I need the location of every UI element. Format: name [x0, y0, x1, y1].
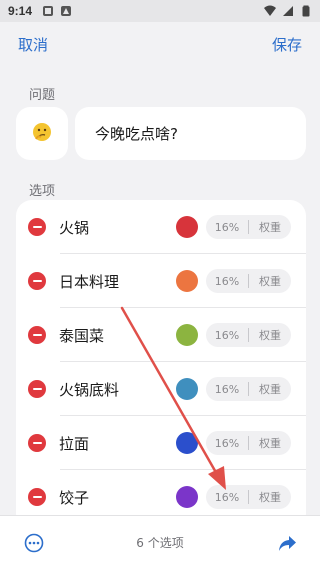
- option-weight-control[interactable]: 16% 权重: [206, 377, 291, 401]
- question-input[interactable]: 今晚吃点啥?: [75, 107, 306, 160]
- option-label[interactable]: 泰国菜: [59, 325, 104, 346]
- bottom-toolbar: 6 个选项: [0, 515, 320, 568]
- weight-label: 权重: [259, 275, 281, 288]
- option-color-swatch[interactable]: [176, 486, 198, 508]
- options-list: 火锅 16% 权重 日本料理 16% 权重 泰国菜 16% 权重 火锅底料 16…: [16, 200, 306, 530]
- status-time: 9:14: [8, 4, 33, 18]
- cancel-button[interactable]: 取消: [18, 34, 48, 55]
- question-row: 今晚吃点啥?: [16, 107, 306, 160]
- option-weight-control[interactable]: 16% 权重: [206, 431, 291, 455]
- option-row: 泰国菜 16% 权重: [16, 308, 306, 362]
- wifi-icon: [264, 5, 276, 16]
- question-text: 今晚吃点啥?: [95, 125, 178, 143]
- question-section-label: 问题: [29, 88, 56, 103]
- signal-icon: [283, 6, 293, 16]
- option-label[interactable]: 火锅: [59, 217, 89, 238]
- option-color-swatch[interactable]: [176, 324, 198, 346]
- status-bar: 9:14: [0, 0, 320, 22]
- more-circle-icon[interactable]: [24, 533, 44, 553]
- option-count: 6 个选项: [136, 535, 184, 550]
- remove-option-button[interactable]: [28, 380, 46, 398]
- remove-option-button[interactable]: [28, 218, 46, 236]
- option-color-swatch[interactable]: [176, 432, 198, 454]
- emoji-button[interactable]: [16, 107, 68, 160]
- option-weight-control[interactable]: 16% 权重: [206, 215, 291, 239]
- options-section-label: 选项: [29, 184, 56, 199]
- nav-bar: 取消 保存: [0, 22, 320, 66]
- option-row: 拉面 16% 权重: [16, 416, 306, 470]
- remove-option-button[interactable]: [28, 272, 46, 290]
- option-color-swatch[interactable]: [176, 378, 198, 400]
- option-label[interactable]: 饺子: [59, 487, 89, 508]
- option-color-swatch[interactable]: [176, 216, 198, 238]
- weight-label: 权重: [259, 491, 281, 504]
- thinking-face-emoji-icon: [32, 122, 52, 146]
- remove-option-button[interactable]: [28, 326, 46, 344]
- notification-icon: [43, 6, 54, 16]
- weight-label: 权重: [259, 221, 281, 234]
- option-row: 火锅底料 16% 权重: [16, 362, 306, 416]
- remove-option-button[interactable]: [28, 488, 46, 506]
- option-row: 日本料理 16% 权重: [16, 254, 306, 308]
- option-label[interactable]: 拉面: [59, 433, 89, 454]
- option-label[interactable]: 日本料理: [59, 271, 119, 292]
- remove-option-button[interactable]: [28, 434, 46, 452]
- option-row: 火锅 16% 权重: [16, 200, 306, 254]
- weight-percent: 16%: [214, 490, 240, 504]
- share-arrow-icon[interactable]: [276, 532, 298, 554]
- battery-icon: [302, 5, 310, 17]
- weight-label: 权重: [259, 437, 281, 450]
- option-weight-control[interactable]: 16% 权重: [206, 323, 291, 347]
- option-weight-control[interactable]: 16% 权重: [206, 485, 291, 509]
- weight-percent: 16%: [214, 328, 240, 342]
- save-button[interactable]: 保存: [272, 34, 302, 55]
- option-label[interactable]: 火锅底料: [59, 379, 119, 400]
- weight-label: 权重: [259, 383, 281, 396]
- weight-label: 权重: [259, 329, 281, 342]
- option-color-swatch[interactable]: [176, 270, 198, 292]
- weight-percent: 16%: [214, 220, 240, 234]
- option-weight-control[interactable]: 16% 权重: [206, 269, 291, 293]
- weight-percent: 16%: [214, 436, 240, 450]
- weight-percent: 16%: [214, 382, 240, 396]
- notification-icon: [61, 6, 72, 16]
- weight-percent: 16%: [214, 274, 240, 288]
